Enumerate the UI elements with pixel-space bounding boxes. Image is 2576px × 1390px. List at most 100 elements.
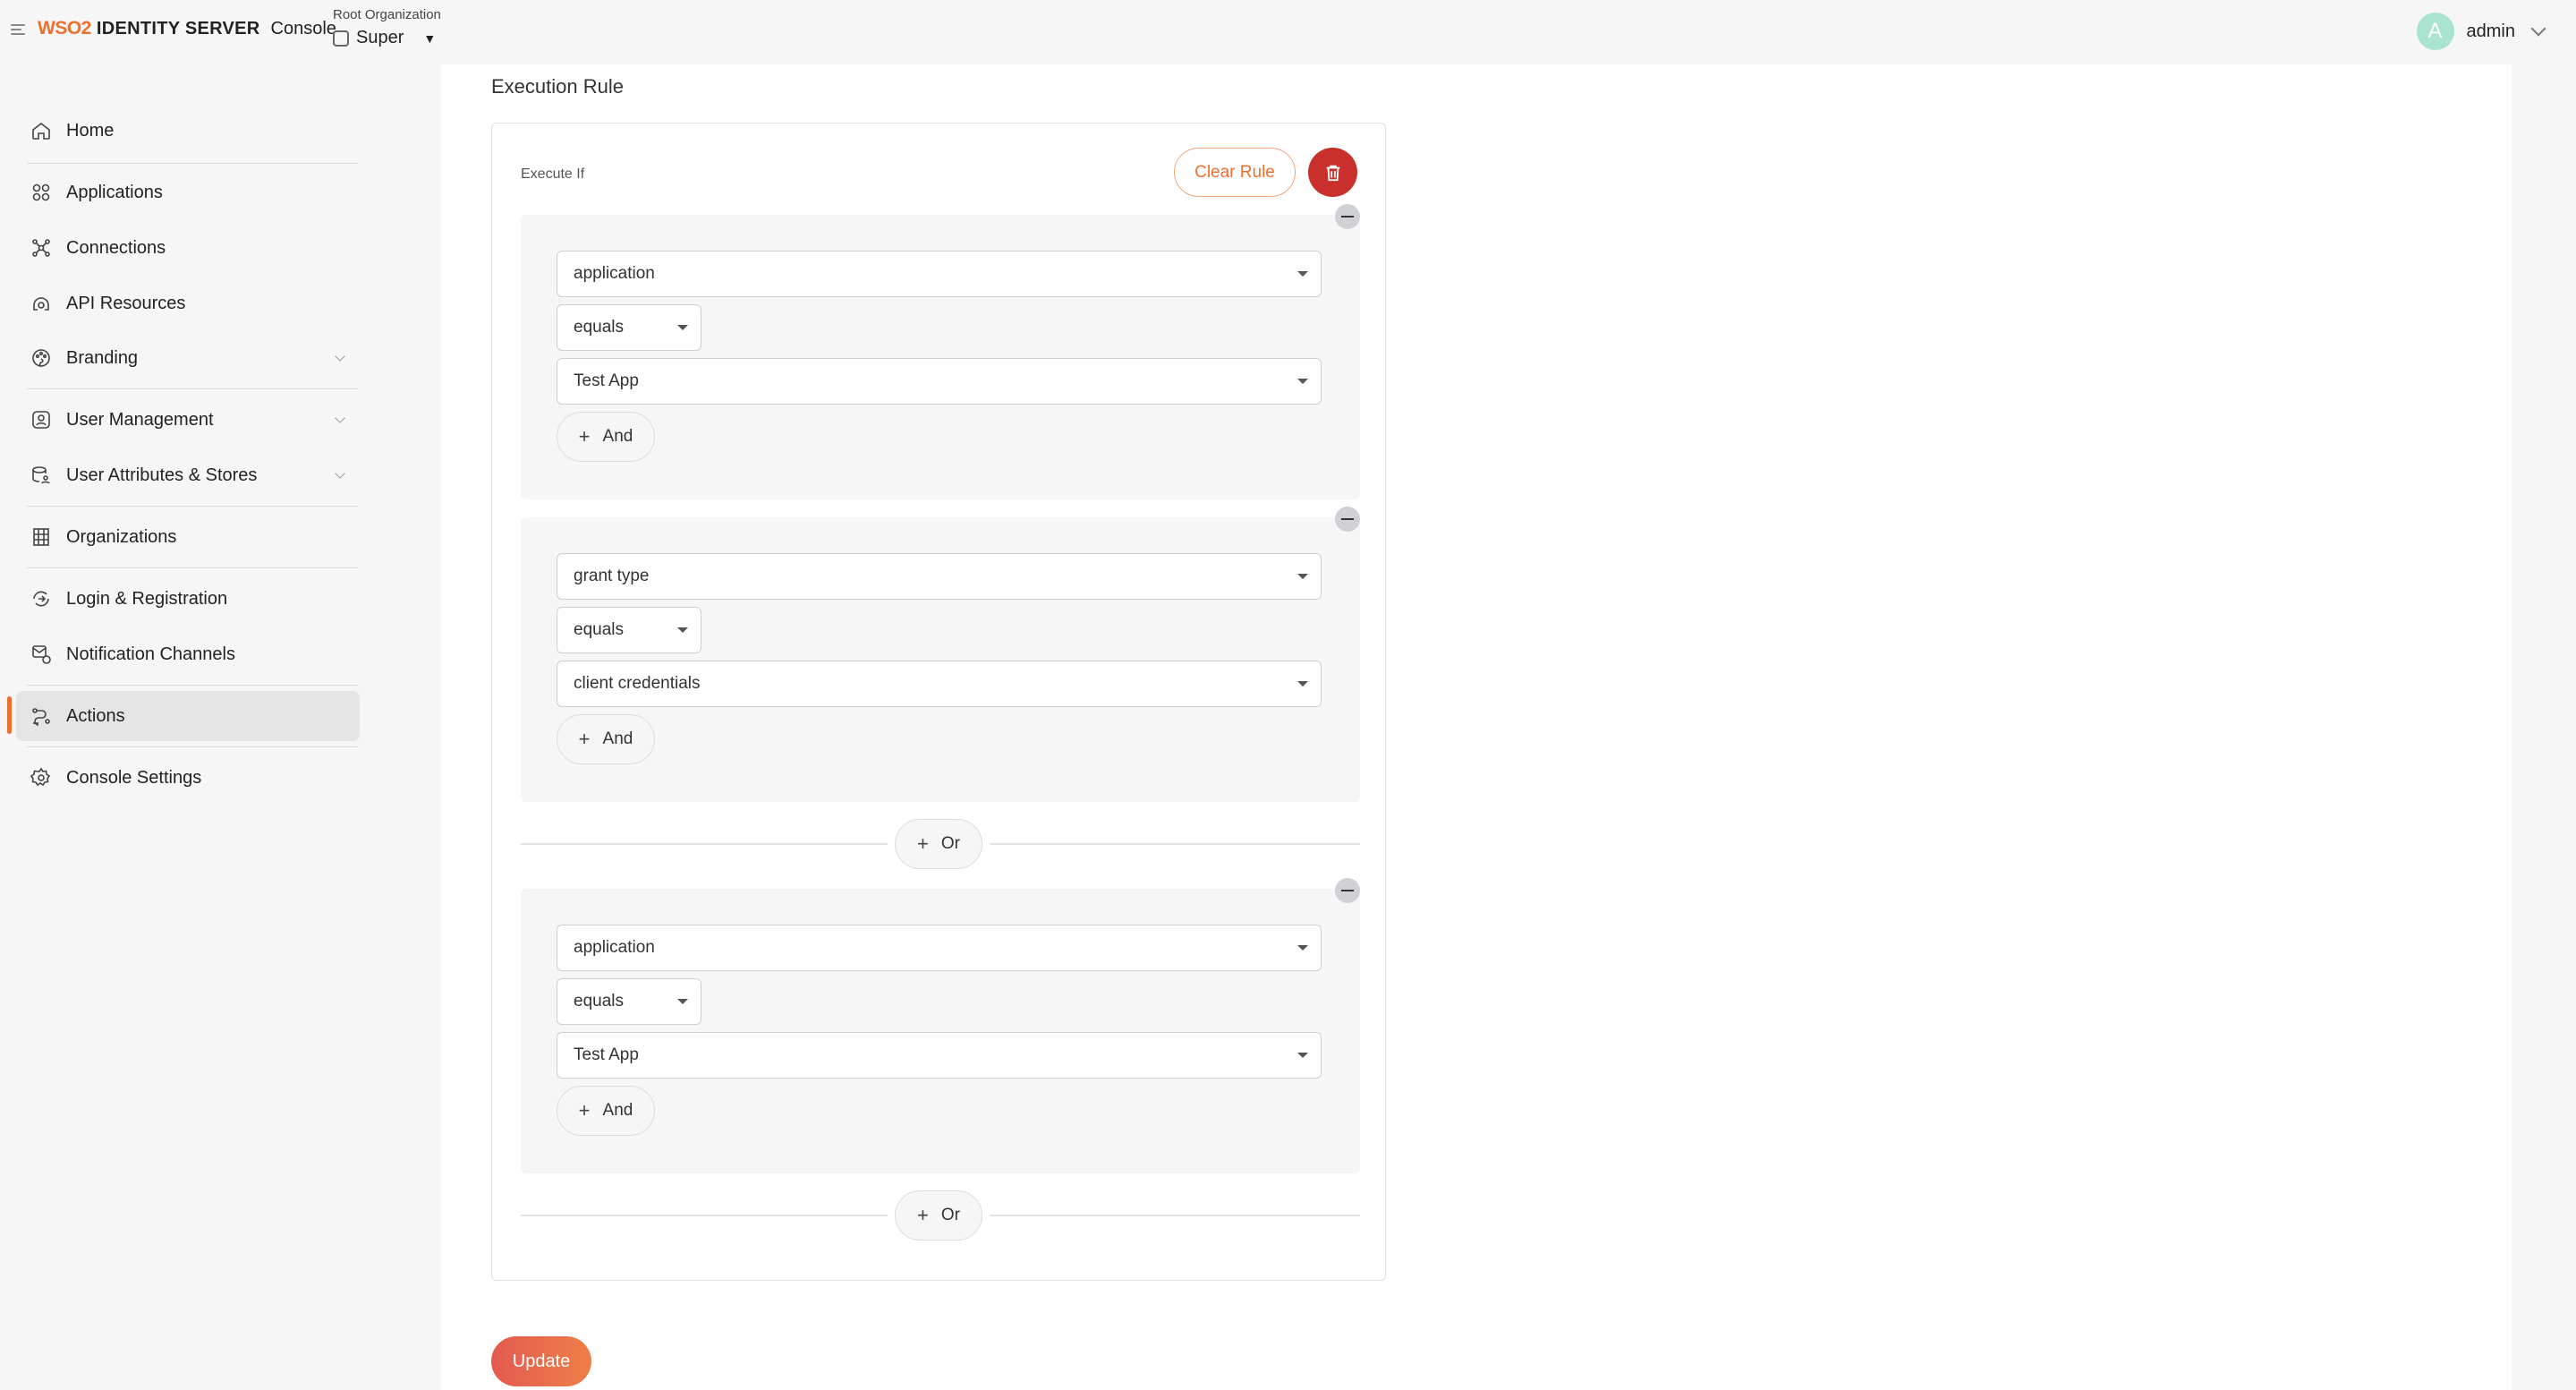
sidebar-item-console-settings[interactable]: Console Settings <box>16 753 360 803</box>
user-name: admin <box>2466 21 2515 41</box>
delete-rule-button[interactable] <box>1308 148 1357 197</box>
remove-group-button[interactable] <box>1335 878 1360 903</box>
condition-group: grant type equals client credentials + A… <box>521 517 1360 802</box>
update-button[interactable]: Update <box>491 1336 591 1386</box>
dropdown-arrow-icon <box>1297 574 1308 579</box>
operator-select[interactable]: equals <box>557 607 701 653</box>
plus-icon: + <box>578 728 591 750</box>
sidebar-item-api-resources[interactable]: API Resources <box>16 278 360 328</box>
menu-toggle-icon[interactable] <box>11 21 27 38</box>
add-and-condition-button[interactable]: + And <box>557 412 655 462</box>
chevron-down-icon[interactable] <box>2530 21 2546 37</box>
product-logo[interactable]: WSO2 IDENTITY SERVER Console <box>38 18 336 39</box>
value-select-value: client credentials <box>574 674 701 693</box>
and-label: And <box>602 729 633 748</box>
or-divider: + Or <box>521 1190 1360 1241</box>
dropdown-arrow-icon <box>1297 681 1308 686</box>
operator-select-value: equals <box>574 318 624 337</box>
value-select[interactable]: Test App <box>557 1032 1322 1079</box>
active-indicator <box>7 696 12 734</box>
sidebar-item-label: Console Settings <box>66 767 202 788</box>
login-registration-icon <box>30 588 52 610</box>
remove-group-button[interactable] <box>1335 204 1360 229</box>
section-title: Execution Rule <box>491 75 624 98</box>
sidebar-item-label: Actions <box>66 705 125 726</box>
minus-icon <box>1341 216 1354 217</box>
main-content: Execution Rule Execute If Clear Rule app… <box>441 64 2512 1390</box>
nav-divider <box>27 567 358 568</box>
divider-line <box>521 1215 888 1216</box>
field-select[interactable]: application <box>557 251 1322 297</box>
add-and-condition-button[interactable]: + And <box>557 1086 655 1136</box>
remove-group-button[interactable] <box>1335 507 1360 532</box>
divider-line <box>990 843 1360 845</box>
clear-rule-button[interactable]: Clear Rule <box>1174 148 1296 197</box>
product-name: IDENTITY SERVER <box>96 18 260 38</box>
org-name: Super <box>356 28 404 47</box>
gear-icon <box>30 767 52 789</box>
sidebar-item-actions[interactable]: Actions <box>16 691 360 741</box>
field-select[interactable]: grant type <box>557 553 1322 600</box>
execute-if-label: Execute If <box>521 166 585 182</box>
sidebar-item-home[interactable]: Home <box>16 106 360 156</box>
sidebar-item-branding[interactable]: Branding <box>16 333 360 383</box>
minus-icon <box>1341 518 1354 520</box>
dropdown-arrow-icon <box>1297 945 1308 951</box>
notification-channels-icon <box>30 644 52 665</box>
value-select[interactable]: Test App <box>557 358 1322 405</box>
plus-icon: + <box>917 832 929 855</box>
actions-icon <box>30 705 52 727</box>
sidebar-item-label: User Management <box>66 409 214 430</box>
add-and-condition-button[interactable]: + And <box>557 714 655 764</box>
sidebar-item-user-attributes[interactable]: User Attributes & Stores <box>16 450 360 500</box>
nav-divider <box>27 506 358 507</box>
or-label: Or <box>940 834 960 853</box>
plus-icon: + <box>578 1099 591 1121</box>
sidebar-item-organizations[interactable]: Organizations <box>16 512 360 562</box>
add-or-condition-button[interactable]: + Or <box>895 1190 982 1241</box>
top-header: WSO2 IDENTITY SERVER Console Root Organi… <box>0 0 2576 64</box>
operator-select[interactable]: equals <box>557 304 701 351</box>
dropdown-arrow-icon <box>1297 271 1308 277</box>
sidebar-item-label: Branding <box>66 347 139 368</box>
value-select-value: Test App <box>574 1045 639 1064</box>
sidebar-item-connections[interactable]: Connections <box>16 223 360 273</box>
sidebar-item-notification-channels[interactable]: Notification Channels <box>16 629 360 679</box>
add-or-condition-button[interactable]: + Or <box>895 819 982 869</box>
dropdown-arrow-icon <box>677 627 688 633</box>
chevron-down-icon[interactable]: ▼ <box>423 31 436 46</box>
sidebar-item-label: API Resources <box>66 293 186 313</box>
organizations-icon <box>30 526 52 548</box>
field-select-value: application <box>574 938 655 957</box>
org-label: Root Organization <box>333 7 441 22</box>
nav-divider <box>27 388 358 389</box>
execution-rule-panel: Execute If Clear Rule application equals… <box>491 123 1386 1281</box>
nav-divider <box>27 163 358 164</box>
sidebar-item-applications[interactable]: Applications <box>16 167 360 217</box>
sidebar-item-label: Organizations <box>66 526 177 547</box>
organization-switcher[interactable]: Root Organization Super ▼ <box>333 7 441 48</box>
connections-icon <box>30 237 52 259</box>
operator-select-value: equals <box>574 992 624 1011</box>
organization-icon <box>333 30 349 47</box>
chevron-down-icon[interactable] <box>335 351 345 362</box>
branding-icon <box>30 347 52 369</box>
sidebar-item-label: Login & Registration <box>66 588 228 609</box>
user-menu[interactable]: A admin <box>2416 13 2546 50</box>
plus-icon: + <box>578 425 591 448</box>
chevron-down-icon[interactable] <box>335 468 345 479</box>
home-icon <box>30 120 52 141</box>
trash-icon <box>1326 165 1339 181</box>
sidebar-item-login-registration[interactable]: Login & Registration <box>16 574 360 624</box>
field-select[interactable]: application <box>557 925 1322 971</box>
dropdown-arrow-icon <box>1297 379 1308 384</box>
chevron-down-icon[interactable] <box>335 413 345 423</box>
avatar[interactable]: A <box>2416 13 2454 50</box>
or-label: Or <box>940 1206 960 1224</box>
user-management-icon <box>30 409 52 431</box>
sidebar-item-user-management[interactable]: User Management <box>16 395 360 445</box>
value-select[interactable]: client credentials <box>557 661 1322 707</box>
sidebar: Home Applications Connections API Resour… <box>0 64 374 1390</box>
operator-select[interactable]: equals <box>557 978 701 1025</box>
user-attributes-icon <box>30 465 52 486</box>
